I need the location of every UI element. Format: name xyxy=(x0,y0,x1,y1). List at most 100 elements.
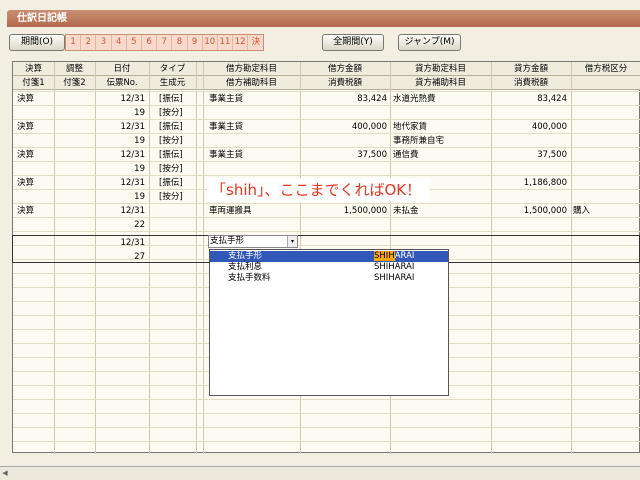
col-source: 生成元 xyxy=(159,78,186,88)
row5-credit[interactable]: 未払金 xyxy=(393,204,419,218)
row2-no[interactable]: 19 xyxy=(95,134,145,148)
row5-date[interactable]: 12/31 xyxy=(95,204,146,218)
row1-date[interactable]: 12/31 xyxy=(95,92,146,106)
row4-credit-amount[interactable]: 1,186,800 xyxy=(491,176,567,190)
dropdown-item[interactable]: 支払手形 SHIHARAI xyxy=(210,251,448,262)
row2-credit-amount[interactable]: 400,000 xyxy=(491,120,567,134)
col-credit-account: 貸方勘定科目 xyxy=(414,64,466,74)
row3-no[interactable]: 19 xyxy=(95,162,145,176)
col-debit-amount: 借方金額 xyxy=(327,64,362,74)
row5-kessan[interactable]: 決算 xyxy=(17,204,34,218)
grid-line xyxy=(13,413,640,414)
row5-debit-amount[interactable]: 1,500,000 xyxy=(300,204,387,218)
row2-kessan[interactable]: 決算 xyxy=(17,120,34,134)
period-5[interactable]: 5 xyxy=(127,35,142,50)
col-debit-tax-amount: 消費税額 xyxy=(327,78,362,88)
row4-date[interactable]: 12/31 xyxy=(95,176,146,190)
header-row-bottom: 付箋1 付箋2 伝票No. 生成元 借方補助科目 消費税額 貸方補助科目 消費税… xyxy=(13,76,640,90)
col-debit-sub: 借方補助科目 xyxy=(225,78,277,88)
col-tag1: 付箋1 xyxy=(22,78,45,88)
account-combo[interactable]: 支払手形 ▾ xyxy=(208,235,298,248)
title-bar xyxy=(0,0,640,10)
col-credit-tax-amount: 消費税額 xyxy=(513,78,548,88)
dropdown-item-name: 支払手数料 xyxy=(228,273,271,283)
col-tag2: 付箋2 xyxy=(63,78,86,88)
row1-no[interactable]: 19 xyxy=(95,106,145,120)
window-title: 仕訳日記帳 xyxy=(7,10,640,27)
col-voucher-no: 伝票No. xyxy=(106,78,138,88)
row1-type2[interactable]: [按分] xyxy=(159,106,183,120)
row1-debit[interactable]: 事業主貸 xyxy=(209,92,243,106)
period-8[interactable]: 8 xyxy=(172,35,188,50)
row5-credit-amount[interactable]: 1,500,000 xyxy=(491,204,567,218)
row4-no[interactable]: 19 xyxy=(95,190,145,204)
row3-debit[interactable]: 事業主貸 xyxy=(209,148,243,162)
grid-line xyxy=(13,427,640,428)
period-4[interactable]: 4 xyxy=(112,35,127,50)
row2-credit[interactable]: 地代家賃 xyxy=(393,120,427,134)
row1-type1[interactable]: [振伝] xyxy=(159,92,183,106)
col-debit-account: 借方勘定科目 xyxy=(225,64,277,74)
row3-type2[interactable]: [按分] xyxy=(159,162,183,176)
dropdown-item-kana: SHIHARAI xyxy=(374,262,415,272)
row4-kessan[interactable]: 決算 xyxy=(17,176,34,190)
row1-credit[interactable]: 水道光熱費 xyxy=(393,92,436,106)
row2-type2[interactable]: [按分] xyxy=(159,134,183,148)
col-kessan: 決算 xyxy=(24,64,42,74)
row2-credit-sub[interactable]: 事務所兼自宅 xyxy=(393,134,444,148)
col-debit-tax: 借方税区分 xyxy=(584,64,628,74)
row1-kessan[interactable]: 決算 xyxy=(17,92,34,106)
period-7[interactable]: 7 xyxy=(157,35,173,50)
row4-type1[interactable]: [振伝] xyxy=(159,176,183,190)
dropdown-item[interactable]: 支払利息 SHIHARAI xyxy=(210,262,448,273)
row3-date[interactable]: 12/31 xyxy=(95,148,146,162)
dropdown-item-name: 支払利息 xyxy=(228,262,263,272)
all-period-button[interactable]: 全期間(Y) xyxy=(322,34,384,51)
header-row-top: 決算 調整 日付 タイプ 借方勘定科目 借方金額 貸方勘定科目 貸方金額 借方税… xyxy=(13,62,640,76)
period-6[interactable]: 6 xyxy=(142,35,158,50)
row2-debit-amount[interactable]: 400,000 xyxy=(300,120,387,134)
chevron-down-icon[interactable]: ▾ xyxy=(287,236,297,247)
row3-type1[interactable]: [振伝] xyxy=(159,148,183,162)
grid-line xyxy=(13,399,640,400)
row3-credit-amount[interactable]: 37,500 xyxy=(491,148,567,162)
row5-no[interactable]: 22 xyxy=(95,218,145,232)
row5-debit[interactable]: 車両運搬具 xyxy=(209,204,252,218)
col-type: タイプ xyxy=(159,64,186,74)
dropdown-item[interactable]: 支払手数料 SHIHARAI xyxy=(210,273,448,284)
row3-debit-amount[interactable]: 37,500 xyxy=(300,148,387,162)
row3-kessan[interactable]: 決算 xyxy=(17,148,34,162)
period-11[interactable]: 11 xyxy=(218,35,234,50)
period-2[interactable]: 2 xyxy=(81,35,97,50)
toolbar: 期間(O) 1 2 3 4 5 6 7 8 9 10 11 12 決 全期間(Y… xyxy=(0,34,640,54)
row5-tax[interactable]: 購入 xyxy=(573,204,590,218)
horizontal-scrollbar[interactable]: ◀ xyxy=(0,466,640,480)
grid-line xyxy=(13,441,640,442)
dropdown-item-kana: SHIHARAI xyxy=(374,251,415,261)
kana-match-highlight: SHIH xyxy=(374,251,395,261)
row2-debit[interactable]: 事業主貸 xyxy=(209,120,243,134)
period-3[interactable]: 3 xyxy=(96,35,112,50)
dropdown-item-kana: SHIHARAI xyxy=(374,273,415,283)
period-closing[interactable]: 決 xyxy=(248,35,263,50)
dropdown-item-name: 支払手形 xyxy=(228,251,263,261)
row1-credit-amount[interactable]: 83,424 xyxy=(491,92,567,106)
row4-type2[interactable]: [按分] xyxy=(159,190,183,204)
jump-button[interactable]: ジャンプ(M) xyxy=(398,34,461,51)
col-date: 日付 xyxy=(113,64,131,74)
period-button[interactable]: 期間(O) xyxy=(9,34,65,51)
period-10[interactable]: 10 xyxy=(203,35,218,50)
col-adjust: 調整 xyxy=(65,64,83,74)
period-9[interactable]: 9 xyxy=(188,35,203,50)
col-credit-amount: 貸方金額 xyxy=(513,64,548,74)
row2-type1[interactable]: [振伝] xyxy=(159,120,183,134)
row3-credit[interactable]: 通信費 xyxy=(393,148,419,162)
row1-debit-amount[interactable]: 83,424 xyxy=(300,92,387,106)
account-dropdown: 支払手形 SHIHARAI 支払利息 SHIHARAI 支払手数料 SHIHAR… xyxy=(209,249,449,396)
period-selector: 1 2 3 4 5 6 7 8 9 10 11 12 決 xyxy=(65,34,265,51)
period-1[interactable]: 1 xyxy=(66,35,82,50)
row2-date[interactable]: 12/31 xyxy=(95,120,146,134)
scroll-left-icon[interactable]: ◀ xyxy=(0,467,10,480)
period-12[interactable]: 12 xyxy=(233,35,249,50)
instruction-banner: 「shih」、ここまでくればOK！ xyxy=(207,178,430,202)
